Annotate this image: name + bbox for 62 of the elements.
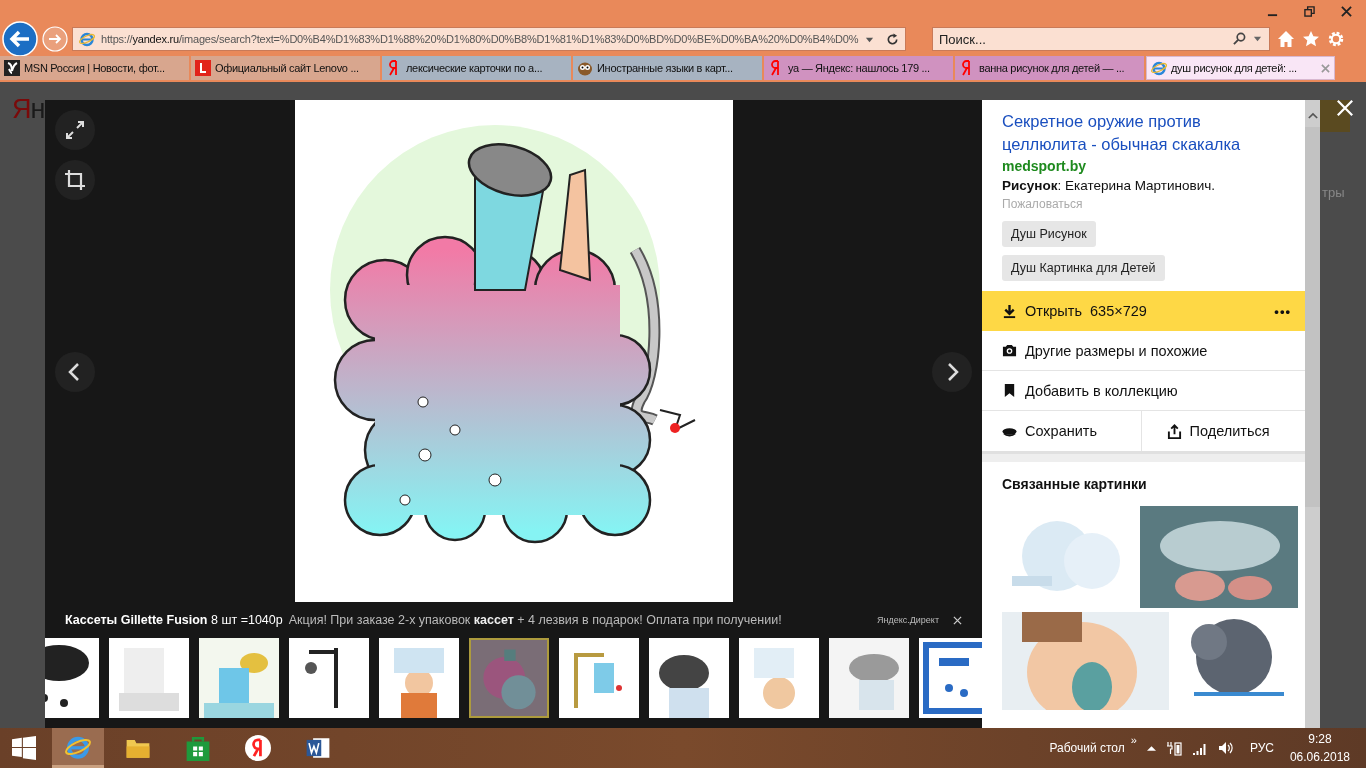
ad-text: Акция! При заказе 2-х упаковок кассет + 4 лезвия в подарок! Оплата при получении! <box>288 613 783 627</box>
download-icon <box>1002 303 1017 319</box>
action-button[interactable]: Сохранить <box>982 411 1141 451</box>
document-icon <box>305 735 331 761</box>
action-button[interactable]: Другие размеры и похожие <box>982 331 1305 371</box>
settings-icon[interactable] <box>1327 30 1345 48</box>
share-icon <box>1166 423 1182 439</box>
browser-tab[interactable]: Иностранные языки в карт... <box>573 56 762 80</box>
browser-tab[interactable]: Официальный сайт Lenovo ... <box>191 56 380 80</box>
source-link[interactable]: medsport.by <box>1002 158 1086 174</box>
action-button[interactable]: Добавить в коллекцию <box>982 371 1305 411</box>
speaker-icon[interactable] <box>1217 740 1234 756</box>
title-link[interactable]: Секретное оружие против целлюлита - обычная скакалка <box>1002 110 1285 156</box>
address-field[interactable]: https://yandex.ru/images/search?text=%D0%B4%D1%83%D1%88%20%D1%80%D0%B8%D1%81%D1%83%D0%BD%D0%BE%D0%BA%20%D0%B4%D0% <box>72 27 906 51</box>
search-field[interactable]: Поиск... <box>932 27 1270 51</box>
toolbar-overflow[interactable]: » <box>1130 734 1137 746</box>
browser-tab[interactable]: душ рисунок для детей: ... <box>1146 56 1335 80</box>
restore-icon[interactable] <box>1304 5 1315 17</box>
camera-search-icon <box>1002 343 1017 358</box>
scrollbar-thumb[interactable] <box>1305 127 1320 507</box>
forward-button[interactable] <box>42 26 68 52</box>
shopping-bag-icon <box>185 735 211 761</box>
clock-date[interactable]: 06.06.2018 <box>1289 748 1350 766</box>
bookmark-icon <box>1002 383 1017 398</box>
tag-button[interactable]: Душ Рисунок <box>1002 221 1096 247</box>
filter-text: тры <box>1322 185 1345 200</box>
letter-logo-icon <box>195 60 211 76</box>
start-button[interactable] <box>12 736 36 760</box>
browser-tab[interactable]: уа — Яндекс: нашлось 179 ... <box>764 56 953 80</box>
previous-button[interactable] <box>55 352 95 392</box>
browser-icon <box>1151 60 1167 76</box>
desktop-label[interactable]: Рабочий стол <box>1049 741 1125 755</box>
owl-icon <box>577 60 593 76</box>
next-button[interactable] <box>932 352 972 392</box>
more-button[interactable]: ••• <box>1274 303 1291 319</box>
ad-source: Яндекс.Директ <box>876 615 939 625</box>
ad-title[interactable]: Кассеты Gillette Fusion 8 шт =1040р <box>65 613 283 627</box>
credit-text: Рисунок: Екатерина Мартинович. <box>1002 178 1215 193</box>
browser-icon <box>79 31 95 47</box>
home-icon[interactable] <box>1277 30 1295 48</box>
url-text: https://yandex.ru/images/search?text=%D0%B4%D1%83%D1%88%20%D1%80%D0%B8%D1%81%D1%83%D0%BD%D0%BE%D0%BA%20%D0%B4%D0% <box>101 33 859 45</box>
show-hidden-icon[interactable] <box>1146 745 1156 751</box>
butterfly-icon <box>4 60 20 76</box>
expand-icon[interactable] <box>55 110 95 150</box>
close-icon[interactable] <box>1341 5 1352 17</box>
refresh-icon[interactable] <box>886 32 899 46</box>
browser-tab[interactable]: MSN Россия | Новости, фот... <box>0 56 189 80</box>
scroll-up-icon[interactable] <box>1307 112 1318 119</box>
crop-icon[interactable] <box>55 160 95 200</box>
search-icon[interactable] <box>1233 32 1246 45</box>
caret-icon[interactable] <box>1253 34 1262 43</box>
battery-icon[interactable] <box>1165 740 1182 756</box>
back-button[interactable] <box>2 21 38 57</box>
section-heading: Связанные картинки <box>1002 476 1148 492</box>
clock-time[interactable]: 9:28 <box>1308 730 1332 748</box>
tag-button[interactable]: Душ Картинка для Детей <box>1002 255 1165 281</box>
language-indicator[interactable]: РУС <box>1249 741 1274 755</box>
star-icon[interactable] <box>1302 30 1320 48</box>
browser-tab[interactable]: лексические карточки по а... <box>382 56 571 80</box>
open-button[interactable]: Открыть 635×729 ••• <box>982 291 1305 331</box>
browser-tab[interactable]: ванна рисунок для детей — ... <box>955 56 1144 80</box>
letter-logo-icon <box>245 735 271 761</box>
